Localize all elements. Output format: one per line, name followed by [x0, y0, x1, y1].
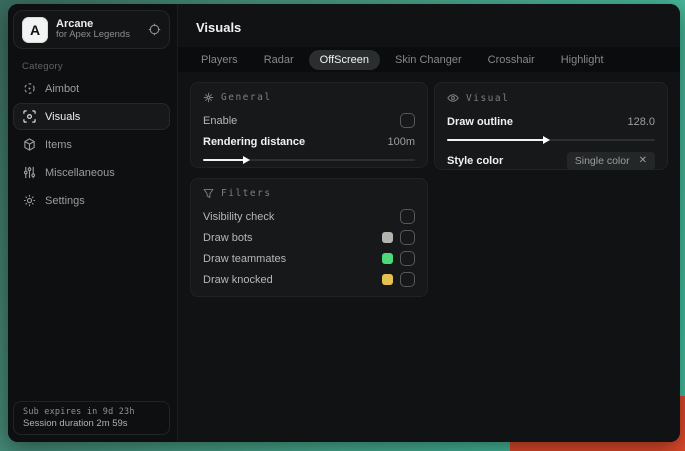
sidebar-item-miscellaneous[interactable]: Miscellaneous: [13, 159, 170, 186]
draw-bots-row: Draw bots: [203, 227, 415, 248]
sidebar-item-settings[interactable]: Settings: [13, 187, 170, 214]
tab-crosshair[interactable]: Crosshair: [477, 50, 546, 70]
draw-bots-color-swatch[interactable]: [382, 232, 393, 243]
sidebar-item-label: Settings: [45, 194, 85, 207]
visual-panel-header: Visual: [447, 92, 655, 104]
style-color-label: Style color: [447, 154, 504, 167]
visual-panel-title: Visual: [466, 92, 510, 104]
rendering-distance-row: Rendering distance 100m: [203, 131, 415, 152]
visibility-check-label: Visibility check: [203, 210, 275, 223]
tab-bar: Players Radar OffScreen Skin Changer Cro…: [178, 47, 680, 72]
draw-teammates-row: Draw teammates: [203, 248, 415, 269]
slider-thumb[interactable]: [243, 156, 251, 164]
slider-fill: [447, 139, 545, 141]
sub-expires-text: Sub expires in 9d 23h: [23, 407, 135, 417]
crosshair-icon: [23, 82, 36, 95]
sliders-icon: [23, 166, 36, 179]
session-duration-text: Session duration 2m 59s: [23, 418, 128, 429]
draw-outline-value: 128.0: [627, 115, 655, 128]
draw-knocked-row: Draw knocked: [203, 269, 415, 290]
main-content: Visuals Players Radar OffScreen Skin Cha…: [178, 4, 680, 442]
tab-radar[interactable]: Radar: [253, 50, 305, 70]
slider-thumb[interactable]: [542, 136, 550, 144]
rendering-distance-label: Rendering distance: [203, 135, 306, 148]
visual-panel: Visual Draw outline 128.0 Style color Si…: [434, 82, 668, 170]
draw-knocked-checkbox[interactable]: [400, 272, 415, 287]
page-title: Visuals: [196, 20, 242, 35]
visibility-check-row: Visibility check: [203, 206, 415, 227]
draw-knocked-label: Draw knocked: [203, 273, 273, 286]
category-label: Category: [22, 61, 63, 72]
draw-knocked-color-swatch[interactable]: [382, 274, 393, 285]
sidebar-item-visuals[interactable]: Visuals: [13, 103, 170, 130]
draw-outline-row: Draw outline 128.0: [447, 111, 655, 132]
draw-outline-slider[interactable]: [447, 136, 655, 144]
app-subtitle: for Apex Legends: [56, 29, 130, 41]
sidebar-item-label: Aimbot: [45, 82, 80, 95]
sidebar-item-items[interactable]: Items: [13, 131, 170, 158]
eye-icon: [447, 92, 459, 104]
general-panel-header: General: [203, 92, 415, 103]
filters-panel-header: Filters: [203, 188, 415, 199]
draw-bots-checkbox[interactable]: [400, 230, 415, 245]
draw-outline-label: Draw outline: [447, 115, 514, 128]
draw-teammates-checkbox[interactable]: [400, 251, 415, 266]
subscription-info-card: Sub expires in 9d 23h Session duration 2…: [13, 401, 170, 435]
brand-card: A Arcane for Apex Legends: [13, 10, 170, 49]
filters-panel-title: Filters: [221, 188, 272, 199]
draw-teammates-label: Draw teammates: [203, 252, 287, 265]
enable-checkbox[interactable]: [400, 113, 415, 128]
rendering-distance-value: 100m: [387, 135, 415, 148]
clear-icon[interactable]: ✕: [639, 155, 647, 166]
draw-bots-label: Draw bots: [203, 231, 253, 244]
sidebar: A Arcane for Apex Legends Category Aimbo…: [8, 4, 178, 442]
enable-row: Enable: [203, 110, 415, 131]
sidebar-item-aimbot[interactable]: Aimbot: [13, 75, 170, 102]
brand-text: Arcane for Apex Legends: [56, 18, 140, 42]
sparkle-icon: [203, 92, 214, 103]
eye-scan-icon: [23, 110, 36, 123]
sidebar-item-label: Visuals: [45, 110, 81, 123]
app-logo: A: [22, 16, 48, 43]
filters-panel: Filters Visibility check Draw bots Draw …: [190, 178, 428, 297]
tab-offscreen[interactable]: OffScreen: [308, 49, 380, 70]
tab-skin-changer[interactable]: Skin Changer: [384, 50, 473, 70]
style-color-select[interactable]: Single color ✕: [566, 151, 655, 170]
general-panel-title: General: [221, 92, 272, 103]
general-panel: General Enable Rendering distance 100m: [190, 82, 428, 168]
style-color-row: Style color Single color ✕: [447, 150, 655, 171]
sidebar-item-label: Items: [45, 138, 72, 151]
tab-players[interactable]: Players: [190, 50, 249, 70]
cube-icon: [23, 138, 36, 151]
app-window: A Arcane for Apex Legends Category Aimbo…: [8, 4, 680, 442]
funnel-icon: [203, 188, 214, 199]
visibility-check-checkbox[interactable]: [400, 209, 415, 224]
slider-fill: [203, 159, 246, 161]
enable-label: Enable: [203, 114, 238, 127]
sidebar-item-label: Miscellaneous: [45, 166, 115, 179]
style-color-value: Single color: [574, 154, 630, 167]
draw-teammates-color-swatch[interactable]: [382, 253, 393, 264]
gear-icon: [23, 194, 36, 207]
tab-highlight[interactable]: Highlight: [550, 50, 615, 70]
rendering-distance-slider[interactable]: [203, 156, 415, 164]
sidebar-nav: Aimbot Visuals Items Miscellaneous Setti…: [13, 75, 170, 215]
target-icon[interactable]: [148, 23, 161, 36]
